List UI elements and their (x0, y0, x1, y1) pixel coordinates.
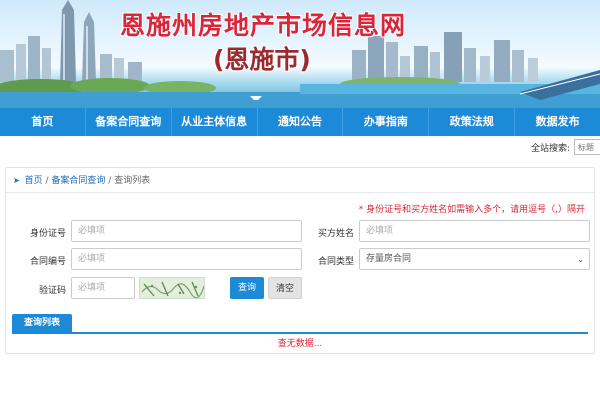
contract-type-label: 合同类型 (317, 257, 354, 267)
id-number-label: 身份证号 (29, 229, 66, 239)
clear-button[interactable]: 清空 (268, 277, 302, 299)
empty-result-message: 查无数据... (277, 339, 323, 349)
contract-type-select[interactable]: 存量房合同 ⌄ (359, 248, 590, 270)
captcha-label: 验证码 (38, 286, 66, 296)
captcha-input[interactable] (71, 277, 135, 299)
nav-item-contract-query[interactable]: 备案合同查询 (86, 108, 172, 136)
nav-item-notices[interactable]: 通知公告 (258, 108, 344, 136)
buyer-name-input[interactable] (359, 220, 590, 242)
captcha-image[interactable] (139, 277, 205, 299)
location-arrow-icon: ➤ (13, 176, 20, 185)
contract-number-input[interactable] (71, 248, 302, 270)
buyer-name-label: 买方姓名 (317, 229, 354, 239)
breadcrumb-separator: / (108, 176, 112, 186)
main-nav: 首页 备案合同查询 从业主体信息 通知公告 办事指南 政策法规 数据发布 (0, 108, 600, 136)
header-banner: 恩施州房地产市场信息网 (恩施市) (0, 0, 600, 108)
query-panel: ➤ 首页 / 备案合同查询 / 查询列表 * 身份证号和买方姓名如需输入多个，请… (5, 167, 595, 354)
breadcrumb-separator: / (45, 176, 49, 186)
site-title: 恩施州房地产市场信息网 (120, 11, 407, 40)
breadcrumb-current: 查询列表 (114, 176, 151, 186)
chevron-down-icon: ⌄ (577, 255, 584, 264)
contract-number-label: 合同编号 (29, 257, 66, 267)
tab-query-list[interactable]: 查询列表 (12, 314, 72, 333)
site-search-label: 全站搜索: (530, 143, 570, 154)
site-search: 全站搜索: (0, 136, 600, 158)
site-search-input[interactable] (574, 139, 600, 155)
breadcrumb-home-link[interactable]: 首页 (25, 176, 43, 186)
contract-type-value: 存量房合同 (366, 254, 412, 264)
nav-item-practitioners[interactable]: 从业主体信息 (172, 108, 258, 136)
breadcrumb-section-link[interactable]: 备案合同查询 (51, 176, 105, 186)
site-subtitle: (恩施市) (213, 45, 311, 74)
nav-item-home[interactable]: 首页 (0, 108, 86, 136)
result-tab-bar: 查询列表 (12, 314, 588, 334)
query-button[interactable]: 查询 (230, 277, 264, 299)
nav-item-data-release[interactable]: 数据发布 (515, 108, 600, 136)
nav-item-policies[interactable]: 政策法规 (429, 108, 516, 136)
nav-item-guide[interactable]: 办事指南 (343, 108, 430, 136)
input-notice: * 身份证号和买方姓名如需输入多个，请用逗号（,）隔开 (358, 205, 585, 215)
id-number-input[interactable] (71, 220, 302, 242)
breadcrumb: ➤ 首页 / 备案合同查询 / 查询列表 (6, 168, 594, 193)
